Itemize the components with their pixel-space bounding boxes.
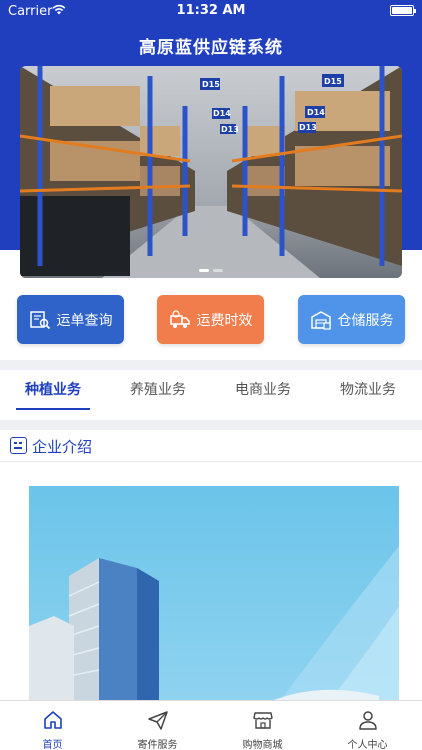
warehouse-service-label: 仓储服务: [337, 312, 394, 329]
clock: 11:32 AM: [176, 3, 246, 18]
tabbar-store[interactable]: 购物商城: [210, 701, 315, 750]
tab-planting[interactable]: 种植业务: [12, 370, 94, 420]
tabbar-home-label: 首页: [42, 740, 63, 750]
waybill-search-icon: [29, 310, 50, 329]
store-icon: [253, 712, 273, 729]
freight-timeliness-button[interactable]: 运费时效: [157, 295, 264, 344]
rack-label: D14: [213, 109, 231, 118]
tabbar-store-label: 购物商城: [242, 740, 283, 750]
tab-logistics[interactable]: 物流业务: [327, 370, 409, 420]
truck-clock-icon: [169, 309, 190, 328]
carousel-dot[interactable]: [213, 269, 223, 272]
waybill-query-label: 运单查询: [56, 312, 113, 329]
tabbar-profile-label: 个人中心: [347, 740, 388, 750]
carousel-indicator[interactable]: [20, 269, 402, 272]
user-icon: [359, 711, 377, 730]
tabbar-send-label: 寄件服务: [137, 740, 178, 750]
company-intro-title: 企业介绍: [32, 438, 93, 456]
battery-icon: [390, 5, 416, 16]
rack-label: D13: [299, 123, 317, 132]
company-intro-header: 企业介绍: [0, 432, 422, 462]
app-title: 高原蓝供应链系统: [139, 38, 283, 58]
rack-label: D13: [221, 125, 239, 134]
rack-label: D15: [324, 77, 342, 86]
rack-label: D14: [307, 108, 325, 117]
banner-carousel[interactable]: D15 D14 D13 D15 D14 D13: [20, 66, 402, 278]
status-bar: Carrier 11:32 AM: [0, 0, 422, 22]
business-tabs: 种植业务 养殖业务 电商业务 物流业务: [0, 370, 422, 420]
separator: [0, 360, 422, 370]
freight-timeliness-label: 运费时效: [196, 312, 253, 329]
company-intro-image[interactable]: [29, 486, 399, 702]
tabbar-send[interactable]: 寄件服务: [105, 701, 210, 750]
bottom-tab-bar: 首页 寄件服务 购物商城 个人中心: [0, 700, 422, 750]
active-tab-indicator: [16, 408, 90, 410]
separator: [0, 420, 422, 430]
building-illustration: [29, 546, 399, 702]
tabbar-profile[interactable]: 个人中心: [315, 701, 420, 750]
warehouse-image: D15 D14 D13 D15 D14 D13: [20, 66, 402, 278]
warehouse-icon: [310, 310, 331, 330]
tab-breeding[interactable]: 养殖业务: [117, 370, 199, 420]
rack-label: D15: [202, 80, 220, 89]
send-icon: [148, 711, 168, 730]
carousel-dot[interactable]: [199, 269, 209, 272]
waybill-query-button[interactable]: 运单查询: [17, 295, 124, 344]
company-intro-icon: [10, 437, 27, 454]
tabbar-home[interactable]: 首页: [0, 701, 105, 750]
tab-ecommerce[interactable]: 电商业务: [222, 370, 304, 420]
home-icon: [44, 711, 62, 729]
warehouse-service-button[interactable]: 仓储服务: [298, 295, 405, 344]
